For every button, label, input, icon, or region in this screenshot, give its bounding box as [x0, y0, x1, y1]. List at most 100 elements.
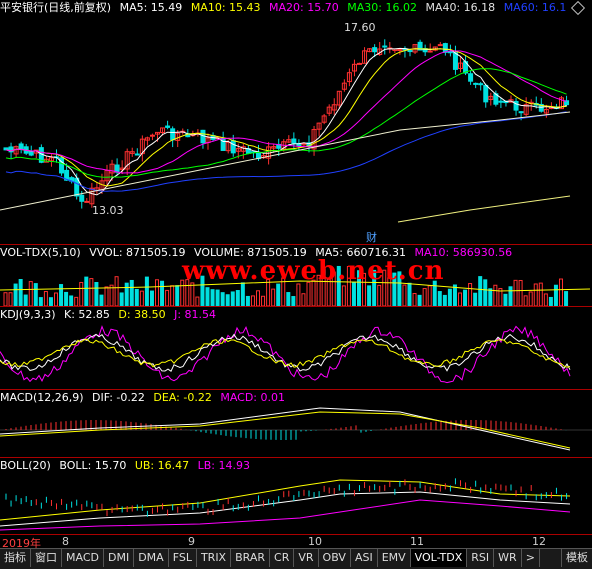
vol-indicator-name: VOL-TDX(5,10): [0, 246, 81, 259]
volume-bar: [442, 294, 447, 306]
candle-body: [134, 153, 140, 156]
kdj-indicator-name: KDJ(9,3,3): [0, 308, 56, 321]
kdj-panel[interactable]: KDJ(9,3,3) K: 52.85 D: 38.50 J: 81.54: [0, 307, 592, 389]
boll-header: BOLL(20) BOLL: 15.70 UB: 16.47 LB: 14.93: [0, 458, 255, 474]
long-ma-line: [0, 111, 571, 211]
volume-bar: [417, 294, 422, 306]
tab-template[interactable]: 模板: [561, 549, 592, 567]
price-panel[interactable]: 平安银行(日线,前复权) MA5: 15.49 MA10: 15.43 MA20…: [0, 0, 592, 244]
high-price-label: 17.60: [344, 21, 376, 34]
volume-bar: [548, 296, 553, 306]
candle-body: [84, 200, 90, 203]
tab-indicator[interactable]: 指标: [0, 549, 31, 567]
volume-bar: [488, 288, 493, 306]
candle-body: [437, 44, 443, 47]
volume-bar: [74, 296, 79, 306]
tab-cr[interactable]: CR: [270, 549, 295, 567]
volume-bar: [437, 291, 442, 306]
kdj-d-readout: D: 38.50: [118, 308, 166, 321]
macd-value-readout: MACD: 0.01: [220, 391, 285, 404]
volume-bar: [54, 292, 58, 306]
volume-bar: [114, 276, 119, 306]
volume-bar: [538, 282, 543, 306]
volume-bar: [367, 285, 372, 306]
volume-bar: [155, 279, 159, 306]
macd-dif-readout: DIF: -0.22: [92, 391, 145, 404]
volume-bar: [261, 295, 266, 306]
tab-dmi[interactable]: DMI: [104, 549, 135, 567]
tab-vol-tdx[interactable]: VOL-TDX: [410, 549, 468, 567]
volume-bar: [38, 297, 43, 306]
tab-asi[interactable]: ASI: [351, 549, 378, 567]
boll-mid-readout: BOLL: 15.70: [59, 459, 127, 472]
volume-bar: [134, 288, 139, 306]
volume-bar: [124, 282, 129, 306]
candle-body: [498, 100, 504, 103]
tab-window[interactable]: 窗口: [31, 549, 62, 567]
volume-bar: [523, 295, 528, 306]
ma10-readout: MA10: 15.43: [190, 1, 261, 14]
tab-wr[interactable]: WR: [494, 549, 522, 567]
candle-body: [170, 128, 176, 141]
volume-bar: [210, 289, 215, 306]
kdj-header: KDJ(9,3,3) K: 52.85 D: 38.50 J: 81.54: [0, 307, 221, 323]
candle-body: [28, 151, 34, 156]
tab-dma[interactable]: DMA: [134, 549, 169, 567]
volume-bar: [478, 276, 483, 306]
volume-bar: [43, 291, 48, 306]
candle-body: [483, 84, 489, 103]
ma5-readout: MA5: 15.49: [119, 1, 183, 14]
volume-bar: [518, 279, 523, 306]
tab-vr[interactable]: VR: [294, 549, 319, 567]
boll-panel[interactable]: BOLL(20) BOLL: 15.70 UB: 16.47 LB: 14.93: [0, 458, 592, 534]
tab-obv[interactable]: OBV: [319, 549, 351, 567]
volume-bar: [473, 292, 478, 306]
tab-rsi[interactable]: RSI: [467, 549, 495, 567]
volume-bar: [160, 280, 165, 306]
tab-fsl[interactable]: FSL: [169, 549, 197, 567]
volume-bar: [225, 294, 230, 306]
volume-bar: [553, 284, 558, 306]
tab-macd[interactable]: MACD: [62, 549, 104, 567]
volume-bar: [447, 288, 452, 306]
tab-more-chevron-icon[interactable]: >: [522, 549, 540, 567]
candle-body: [291, 138, 297, 144]
macd-panel[interactable]: MACD(12,26,9) DIF: -0.22 DEA: -0.22 MACD…: [0, 390, 592, 457]
volume-bar: [220, 292, 225, 306]
boll-mid-band: [0, 491, 571, 527]
ma60-line: [5, 111, 567, 192]
tab-trix[interactable]: TRIX: [197, 549, 232, 567]
date-axis: 2019年 8 9 10 11 12: [0, 534, 592, 550]
candle-body: [79, 194, 85, 202]
volume-bar: [291, 296, 296, 306]
volume-bar: [296, 283, 301, 306]
long-ma2-line: [397, 195, 571, 223]
volume-bar: [48, 297, 53, 306]
volume-bar: [175, 285, 180, 306]
volume-bar: [256, 290, 260, 306]
indicator-tab-bar: 指标 窗口 MACD DMI DMA FSL TRIX BRAR CR VR O…: [0, 548, 592, 569]
volume-bar: [28, 281, 33, 306]
volume-bar: [144, 276, 149, 306]
price-header: 平安银行(日线,前复权) MA5: 15.49 MA10: 15.43 MA20…: [0, 0, 571, 16]
financial-report-marker[interactable]: 财: [366, 229, 377, 244]
volume-bar: [427, 285, 432, 306]
boll-lower-band: [0, 499, 571, 531]
volume-bar: [84, 276, 89, 306]
price-chart: [0, 39, 571, 223]
axis-label-aug: 8: [62, 535, 69, 548]
candle-body: [452, 52, 458, 70]
volume-bar: [407, 282, 412, 306]
boll-lb-readout: LB: 14.93: [197, 459, 250, 472]
ma40-readout: MA40: 16.18: [425, 1, 496, 14]
tab-brar[interactable]: BRAR: [231, 549, 271, 567]
volume-bar: [69, 295, 74, 306]
ma30-readout: MA30: 16.02: [347, 1, 417, 14]
volume-bar: [513, 279, 518, 306]
volume-bar: [412, 293, 417, 306]
ma10-line: [5, 48, 567, 187]
volume-bar: [170, 285, 175, 306]
tab-emv[interactable]: EMV: [378, 549, 411, 567]
axis-label-oct: 10: [308, 535, 322, 548]
ma20-readout: MA20: 15.70: [269, 1, 339, 14]
